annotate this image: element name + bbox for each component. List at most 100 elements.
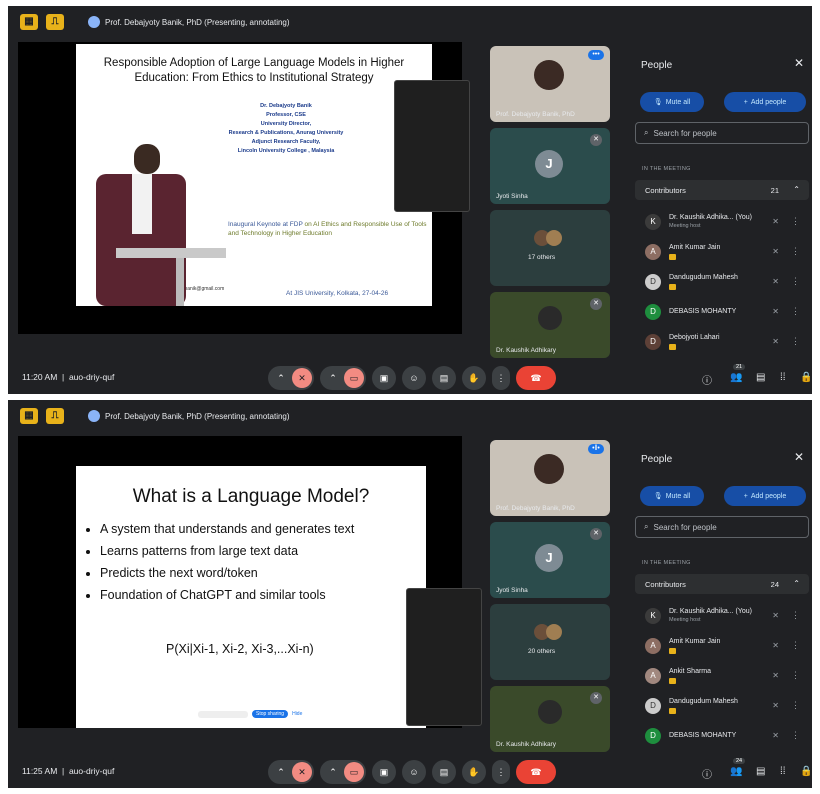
more-vert-icon[interactable]: ⋮	[791, 246, 800, 257]
grid-layout-icon[interactable]: ▦	[20, 14, 38, 30]
more-vert-icon[interactable]: ⋮	[791, 670, 800, 681]
chevron-up-icon[interactable]: ⌃	[322, 366, 344, 390]
tile-jyoti[interactable]: J ✕ Jyoti Sinha	[490, 522, 610, 598]
more-vert-icon[interactable]: ⋮	[791, 640, 800, 651]
tile-presenter[interactable]: ••• Prof. Debajyoty Banik, PhD	[490, 46, 610, 122]
participant-avatar: K	[645, 214, 661, 230]
mic-off-icon[interactable]: ✕	[772, 641, 779, 650]
camera-off-icon[interactable]: ▭	[344, 368, 364, 388]
bottom-bar: 11:25 AM | auo-driy-quf ⌃ ✕ ⌃ ▭ ▣ ☺ ▤ ✋ ⋮ …	[8, 756, 812, 788]
participant-row[interactable]: D DEBASIS MOHANTY ✕ ⋮	[635, 722, 809, 752]
participant-row[interactable]: A Ankit Sharma ✕ ⋮	[635, 662, 809, 692]
more-vert-icon[interactable]: ⋮	[791, 336, 800, 347]
emoji-icon[interactable]: ☺	[402, 366, 426, 390]
participant-row[interactable]: K Dr. Kaushik Adhika... (You) Meeting ho…	[635, 602, 809, 632]
more-vert-icon[interactable]: ⋮	[791, 306, 800, 317]
present-icon[interactable]: ▣	[372, 760, 396, 784]
speaker-line: Dr. Debajyoty Banik	[260, 103, 312, 109]
info-icon[interactable]: ⓘ	[702, 766, 712, 781]
add-people-button[interactable]: + Add people	[724, 92, 806, 112]
mic-off-icon[interactable]: ✕	[772, 731, 779, 740]
search-field[interactable]: ⌕ Search for people	[635, 122, 809, 144]
tile-kaushik[interactable]: ✕ Dr. Kaushik Adhikary	[490, 292, 610, 358]
mic-off-icon[interactable]: ✕	[292, 762, 312, 782]
present-icon[interactable]: ▣	[372, 366, 396, 390]
close-icon[interactable]: ✕	[794, 450, 804, 464]
end-call-icon[interactable]: ☎	[516, 760, 556, 784]
mute-all-button[interactable]: 🎙 Mute all	[640, 486, 704, 506]
mic-off-icon[interactable]: ✕	[772, 307, 779, 316]
more-vert-icon[interactable]: ⋮	[791, 276, 800, 287]
door-icon[interactable]: ⎍	[46, 14, 64, 30]
more-vert-icon[interactable]: ⋮	[791, 610, 800, 621]
more-vert-icon[interactable]: ⋮	[791, 730, 800, 741]
lock-icon[interactable]: 🔒	[800, 766, 812, 777]
participant-row[interactable]: D Dandugudum Mahesh ✕ ⋮	[635, 268, 809, 298]
mic-control[interactable]: ⌃ ✕	[268, 760, 314, 784]
tile-jyoti[interactable]: J ✕ Jyoti Sinha	[490, 128, 610, 204]
close-icon[interactable]: ✕	[794, 56, 804, 70]
chat-icon[interactable]: ▤	[756, 766, 765, 777]
mic-off-icon[interactable]: ✕	[772, 671, 779, 680]
mic-off-icon[interactable]: ✕	[772, 611, 779, 620]
mic-off-icon[interactable]: ✕	[292, 368, 312, 388]
participant-row[interactable]: D Debojyoti Lahari ✕ ⋮	[635, 328, 809, 358]
grid-layout-icon[interactable]: ▦	[20, 408, 38, 424]
contributors-header[interactable]: Contributors 24 ⌃	[635, 574, 809, 594]
chevron-up-icon[interactable]: ⌃	[793, 579, 800, 588]
info-icon[interactable]: ⓘ	[702, 372, 712, 387]
mic-off-icon[interactable]: ✕	[772, 217, 779, 226]
camera-control[interactable]: ⌃ ▭	[320, 366, 366, 390]
mute-all-button[interactable]: 🎙 Mute all	[640, 92, 704, 112]
activities-icon[interactable]: ⁞⁞	[780, 766, 786, 777]
participant-row[interactable]: D DEBASIS MOHANTY ✕ ⋮	[635, 298, 809, 328]
participant-row[interactable]: A Amit Kumar Jain ✕ ⋮	[635, 238, 809, 268]
chat-icon[interactable]: ▤	[756, 372, 765, 383]
more-options-icon[interactable]: •••	[588, 50, 604, 60]
mic-off-icon[interactable]: ✕	[772, 277, 779, 286]
chevron-up-icon[interactable]: ⌃	[793, 185, 800, 194]
people-icon[interactable]: 👥	[730, 766, 742, 777]
more-vert-icon[interactable]: ⋮	[492, 760, 510, 784]
search-field[interactable]: ⌕ Search for people	[635, 516, 809, 538]
chevron-up-icon[interactable]: ⌃	[270, 760, 292, 784]
activities-icon[interactable]: ⁞⁞	[780, 372, 786, 383]
meet-screenshot-1: ▦ ⎍ Prof. Debajyoty Banik, PhD (Presenti…	[8, 6, 812, 394]
mic-off-icon[interactable]: ✕	[772, 247, 779, 256]
emoji-icon[interactable]: ☺	[402, 760, 426, 784]
chevron-up-icon[interactable]: ⌃	[322, 760, 344, 784]
more-vert-icon[interactable]: ⋮	[791, 216, 800, 227]
mic-off-icon[interactable]: ✕	[772, 337, 779, 346]
chevron-up-icon[interactable]: ⌃	[270, 366, 292, 390]
bullet-item: Foundation of ChatGPT and similar tools	[100, 584, 354, 606]
participant-row[interactable]: D Dandugudum Mahesh ✕ ⋮	[635, 692, 809, 722]
captions-icon[interactable]: ▤	[432, 760, 456, 784]
add-people-button[interactable]: + Add people	[724, 486, 806, 506]
mic-control[interactable]: ⌃ ✕	[268, 366, 314, 390]
lock-icon[interactable]: 🔒	[800, 372, 812, 383]
door-icon[interactable]: ⎍	[46, 408, 64, 424]
raise-hand-icon[interactable]: ✋	[462, 760, 486, 784]
participant-row[interactable]: A Amit Kumar Jain ✕ ⋮	[635, 632, 809, 662]
tile-others[interactable]: 17 others	[490, 210, 610, 286]
tile-kaushik[interactable]: ✕ Dr. Kaushik Adhikary	[490, 686, 610, 752]
presentation-stage: What is a Language Model? A system that …	[18, 436, 482, 728]
end-call-icon[interactable]: ☎	[516, 366, 556, 390]
stop-sharing-button[interactable]: Stop sharing	[252, 710, 289, 718]
people-icon[interactable]: 👥	[730, 372, 742, 383]
tile-others[interactable]: 20 others	[490, 604, 610, 680]
speaker-line: Professor, CSE	[266, 112, 306, 118]
add-people-label: Add people	[750, 98, 787, 106]
raise-hand-icon[interactable]: ✋	[462, 366, 486, 390]
avatar-initial: J	[535, 150, 563, 178]
more-vert-icon[interactable]: ⋮	[791, 700, 800, 711]
participant-row[interactable]: K Dr. Kaushik Adhika... (You) Meeting ho…	[635, 208, 809, 238]
contributors-header[interactable]: Contributors 21 ⌃	[635, 180, 809, 200]
mic-off-icon[interactable]: ✕	[772, 701, 779, 710]
tile-presenter[interactable]: •‖• Prof. Debajyoty Banik, PhD	[490, 440, 610, 516]
captions-icon[interactable]: ▤	[432, 366, 456, 390]
hide-button[interactable]: Hide	[292, 711, 302, 717]
camera-control[interactable]: ⌃ ▭	[320, 760, 366, 784]
more-vert-icon[interactable]: ⋮	[492, 366, 510, 390]
camera-off-icon[interactable]: ▭	[344, 762, 364, 782]
